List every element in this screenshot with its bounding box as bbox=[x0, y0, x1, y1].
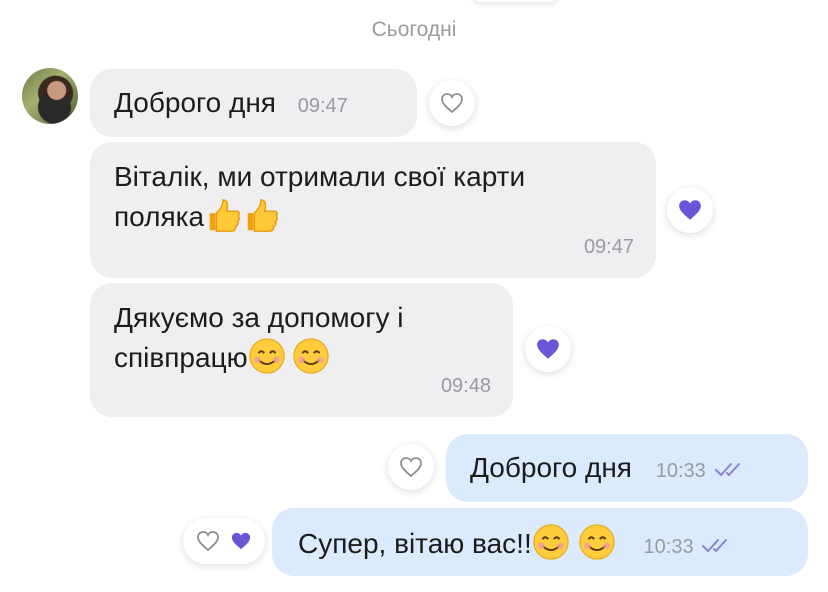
heart-outline-icon bbox=[197, 531, 219, 552]
reaction-button[interactable] bbox=[525, 326, 571, 372]
smiling-face-emoji bbox=[292, 338, 329, 374]
double-check-icon bbox=[714, 462, 740, 476]
outgoing-message-1[interactable]: Доброго дня 10:33 bbox=[446, 434, 808, 502]
smiling-face-emoji bbox=[248, 338, 285, 374]
top-edge-shadow bbox=[470, 0, 560, 2]
message-time: 10:33 bbox=[643, 536, 694, 558]
date-separator: Сьогодні bbox=[371, 18, 457, 41]
reaction-button[interactable] bbox=[388, 444, 434, 490]
message-time: 10:33 bbox=[655, 460, 706, 482]
smiling-face-emoji bbox=[579, 524, 615, 560]
message-text: Доброго дня bbox=[470, 452, 632, 483]
thumbs-up-emoji bbox=[209, 199, 241, 232]
message-text: Доброго дня bbox=[114, 87, 276, 118]
thumbs-up-emoji bbox=[247, 199, 279, 232]
outgoing-message-2[interactable]: Супер, вітаю вас!! 10:33 bbox=[272, 508, 808, 576]
incoming-message-1[interactable]: Доброго дня 09:47 bbox=[90, 69, 417, 137]
message-text-line-2: поляка bbox=[114, 201, 205, 232]
message-text-line-1: Віталік, ми отримали свої карти bbox=[114, 161, 526, 192]
sender-avatar[interactable] bbox=[22, 68, 78, 124]
message-text-line-1: Дякуємо за допомогу і bbox=[114, 302, 404, 333]
heart-outline-icon bbox=[400, 457, 422, 478]
incoming-message-2[interactable]: Віталік, ми отримали свої карти поляка 0… bbox=[90, 142, 656, 278]
message-text-line-2: співпрацю bbox=[114, 342, 248, 373]
heart-filled-icon bbox=[231, 532, 251, 550]
message-time: 09:47 bbox=[297, 95, 348, 117]
heart-filled-icon bbox=[679, 200, 701, 220]
heart-filled-icon bbox=[537, 339, 559, 359]
message-time: 09:48 bbox=[440, 375, 491, 397]
double-check-icon bbox=[702, 538, 728, 552]
reaction-button[interactable] bbox=[667, 187, 713, 233]
message-time: 09:47 bbox=[583, 236, 634, 258]
message-text: Супер, вітаю вас!! bbox=[298, 528, 532, 559]
heart-outline-icon bbox=[441, 93, 463, 114]
incoming-message-3[interactable]: Дякуємо за допомогу і співпрацю 09:48 bbox=[90, 283, 513, 417]
reaction-pill[interactable] bbox=[183, 518, 265, 564]
reaction-button[interactable] bbox=[429, 80, 475, 126]
smiling-face-emoji bbox=[533, 524, 569, 560]
